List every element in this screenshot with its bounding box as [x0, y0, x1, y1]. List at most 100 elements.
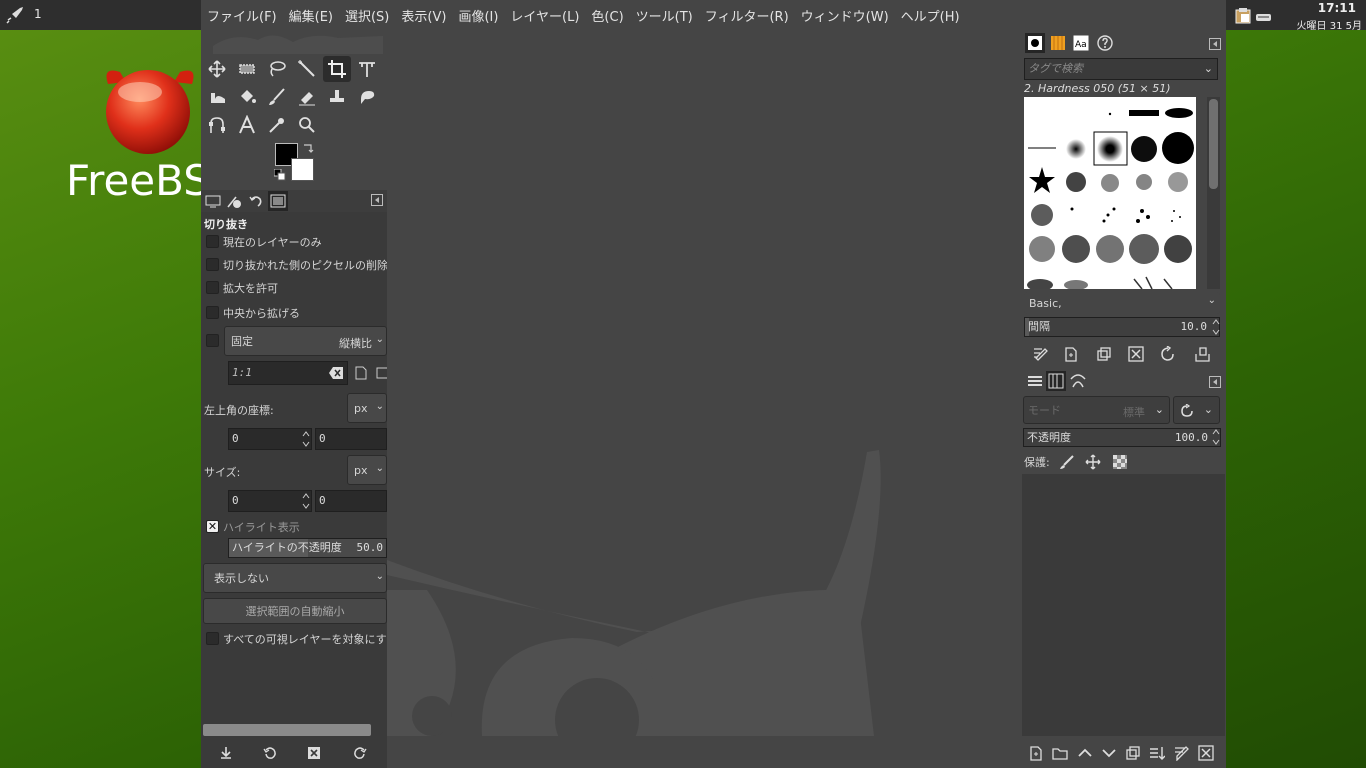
- lasso-tool[interactable]: [263, 56, 291, 82]
- brush-list-scrollbar[interactable]: [1207, 97, 1220, 289]
- tab-paths[interactable]: [1068, 371, 1088, 391]
- current-layer-only-checkbox[interactable]: [206, 235, 219, 248]
- brush-spacing-slider[interactable]: 間隔 10.0: [1024, 317, 1220, 337]
- layer-mode-dropdown[interactable]: モード 標準 ⌄: [1023, 396, 1170, 424]
- warp-transform-tool[interactable]: [203, 84, 231, 110]
- fixed-checkbox[interactable]: [206, 334, 219, 347]
- merge-layer-icon[interactable]: [1173, 745, 1189, 761]
- position-x-input[interactable]: 0: [228, 428, 312, 450]
- refresh-brushes-icon[interactable]: [1160, 346, 1176, 362]
- tab-fonts[interactable]: Aa: [1071, 33, 1091, 53]
- lower-layer-icon[interactable]: [1101, 745, 1117, 761]
- workspace-number[interactable]: 1: [34, 7, 42, 21]
- menu-filters[interactable]: フィルター(R): [705, 6, 789, 25]
- tab-device-status[interactable]: [224, 191, 244, 211]
- clone-tool[interactable]: [323, 84, 351, 110]
- zoom-tool[interactable]: [293, 112, 321, 138]
- anchor-layer-icon[interactable]: [1149, 745, 1165, 761]
- menu-select[interactable]: 選択(S): [345, 6, 389, 25]
- unified-transform-tool[interactable]: [353, 56, 381, 82]
- brush-preset-dropdown[interactable]: Basic, ⌄: [1024, 292, 1220, 314]
- edit-brush-icon[interactable]: [1032, 346, 1048, 362]
- color-picker-tool[interactable]: [263, 112, 291, 138]
- delete-layer-icon[interactable]: [1198, 745, 1214, 761]
- paths-tool[interactable]: [203, 112, 231, 138]
- lock-pixels-icon[interactable]: [1059, 454, 1075, 470]
- reset-options-icon[interactable]: [353, 746, 367, 760]
- open-brush-as-image-icon[interactable]: [1194, 346, 1210, 362]
- eraser-tool[interactable]: [293, 84, 321, 110]
- new-layer-icon[interactable]: [1028, 745, 1044, 761]
- size-width-input[interactable]: 0: [228, 490, 312, 512]
- move-tool[interactable]: [203, 56, 231, 82]
- paintbrush-tool[interactable]: [263, 84, 291, 110]
- expand-from-center-checkbox[interactable]: [206, 306, 219, 319]
- new-brush-icon[interactable]: [1063, 346, 1079, 362]
- opacity-spinner[interactable]: [1211, 428, 1221, 446]
- ratio-input[interactable]: 1:1: [228, 361, 348, 385]
- duplicate-brush-icon[interactable]: [1096, 346, 1112, 362]
- shrink-merged-checkbox[interactable]: [206, 632, 219, 645]
- tab-layers[interactable]: [1025, 371, 1045, 391]
- size-height-input[interactable]: 0: [315, 490, 387, 512]
- tab-undo-history[interactable]: [246, 191, 266, 211]
- menu-edit[interactable]: 編集(E): [289, 6, 333, 25]
- menu-help[interactable]: ヘルプ(H): [901, 6, 960, 25]
- menu-layer[interactable]: レイヤー(L): [510, 6, 579, 25]
- delete-options-icon[interactable]: [307, 746, 321, 760]
- menu-file[interactable]: ファイル(F): [207, 6, 277, 25]
- fixed-mode-dropdown[interactable]: 固定 縦横比 ⌄: [224, 326, 387, 356]
- highlight-checkbox[interactable]: ✕: [206, 520, 219, 533]
- menu-colors[interactable]: 色(C): [591, 6, 623, 25]
- tab-brushes[interactable]: [1025, 33, 1045, 53]
- wilber-drop-area[interactable]: [213, 32, 383, 54]
- tab-channels[interactable]: [1046, 371, 1066, 391]
- raise-layer-icon[interactable]: [1077, 745, 1093, 761]
- portrait-icon[interactable]: [355, 366, 367, 380]
- size-width-spinner[interactable]: [301, 491, 311, 511]
- guides-dropdown[interactable]: 表示しない ⌄: [203, 563, 387, 593]
- position-x-spinner[interactable]: [301, 429, 311, 449]
- text-tool[interactable]: [233, 112, 261, 138]
- position-y-input[interactable]: 0: [315, 428, 387, 450]
- rect-select-tool[interactable]: [233, 56, 261, 82]
- landscape-icon[interactable]: [376, 367, 387, 379]
- menu-view[interactable]: 表示(V): [401, 6, 446, 25]
- clock-time[interactable]: 17:11: [1318, 1, 1356, 15]
- allow-growing-checkbox[interactable]: [206, 281, 219, 294]
- layers-list[interactable]: [1022, 474, 1225, 736]
- tab-patterns[interactable]: [1048, 33, 1068, 53]
- tab-tool-options[interactable]: [203, 191, 223, 211]
- auto-shrink-button[interactable]: 選択範囲の自動縮小: [203, 598, 387, 624]
- smudge-tool[interactable]: [353, 84, 381, 110]
- position-unit-dropdown[interactable]: px ⌄: [347, 393, 387, 423]
- highlight-opacity-slider[interactable]: ハイライトの不透明度 50.0: [228, 538, 387, 558]
- brush-tag-search[interactable]: タグで検索 ⌄: [1024, 58, 1218, 80]
- spacing-spinner[interactable]: [1211, 318, 1221, 336]
- layer-opacity-slider[interactable]: 不透明度 100.0: [1023, 428, 1221, 447]
- dock-menu-icon[interactable]: [1209, 38, 1221, 50]
- brush-grid[interactable]: [1024, 97, 1196, 289]
- clipboard-tray-icon[interactable]: [1234, 6, 1274, 24]
- tab-help[interactable]: [1095, 33, 1115, 53]
- new-layer-group-icon[interactable]: [1052, 745, 1068, 761]
- save-options-icon[interactable]: [219, 746, 233, 760]
- delete-cropped-pixels-checkbox[interactable]: [206, 258, 219, 271]
- bucket-fill-tool[interactable]: [233, 84, 261, 110]
- image-canvas[interactable]: [387, 30, 1021, 736]
- size-unit-dropdown[interactable]: px ⌄: [347, 455, 387, 485]
- default-colors-icon[interactable]: [274, 169, 286, 181]
- clear-field-icon[interactable]: [328, 366, 344, 380]
- restore-options-icon[interactable]: [263, 746, 277, 760]
- swap-colors-icon[interactable]: [302, 142, 314, 154]
- dock-menu-icon[interactable]: [1209, 376, 1221, 388]
- rocket-launcher-icon[interactable]: [6, 6, 26, 24]
- horizontal-scrollbar[interactable]: [203, 724, 371, 736]
- duplicate-layer-icon[interactable]: [1125, 745, 1141, 761]
- tab-images[interactable]: [268, 191, 288, 211]
- dock-menu-icon[interactable]: [371, 194, 383, 206]
- composite-mode-button[interactable]: ⌄: [1173, 396, 1220, 424]
- menu-tools[interactable]: ツール(T): [636, 6, 693, 25]
- scrollbar-thumb[interactable]: [1209, 99, 1218, 189]
- lock-alpha-icon[interactable]: [1112, 454, 1128, 470]
